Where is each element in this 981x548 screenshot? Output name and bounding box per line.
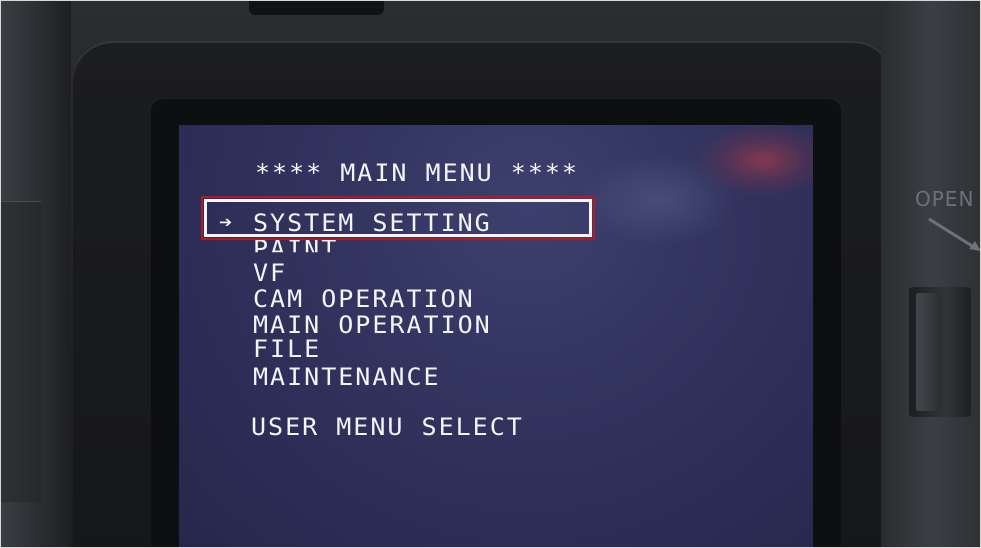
camera-body-right [881, 1, 980, 547]
camera-body-panel [1, 201, 41, 502]
camera-top-slot [249, 1, 384, 15]
lcd-open-button[interactable] [916, 293, 942, 411]
selection-highlight-inner [204, 199, 592, 237]
camera-photo-frame: OPEN **** MAIN MENU **** ➔ SYSTEM SETTIN… [0, 0, 981, 548]
main-menu-title: **** MAIN MENU **** [255, 159, 579, 187]
menu-item-user-menu-select[interactable]: USER MENU SELECT [251, 415, 524, 439]
menu-item-maintenance[interactable]: MAINTENANCE [253, 365, 441, 389]
screen-glare-secondary [579, 155, 739, 245]
menu-item-vf[interactable]: VF [253, 261, 287, 285]
selection-highlight-box [201, 196, 595, 240]
lcd-screen: **** MAIN MENU **** ➔ SYSTEM SETTING PAI… [179, 125, 813, 547]
menu-item-main-operation[interactable]: MAIN OPERATION [253, 313, 492, 337]
open-arrow-icon [928, 217, 980, 251]
menu-item-file[interactable]: FILE [253, 337, 321, 361]
open-label: OPEN [915, 187, 975, 211]
menu-item-cam-operation[interactable]: CAM OPERATION [253, 287, 475, 311]
